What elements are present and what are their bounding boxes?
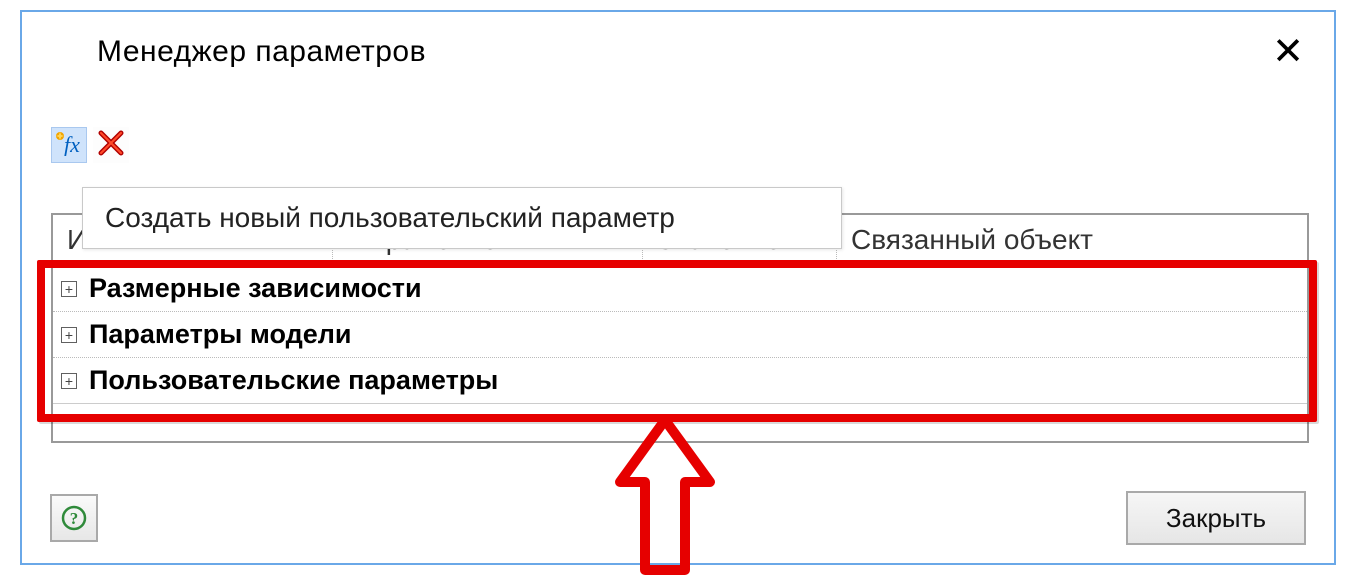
group-row-model-parameters[interactable]: + Параметры модели (53, 312, 1307, 358)
group-row-dimensional-constraints[interactable]: + Размерные зависимости (53, 266, 1307, 312)
delete-parameter-button[interactable] (93, 127, 129, 163)
close-button[interactable]: Закрыть (1126, 491, 1306, 545)
close-icon[interactable]: ✕ (1272, 33, 1304, 71)
svg-text:?: ? (70, 509, 79, 528)
svg-text:fx: fx (64, 132, 80, 156)
new-parameter-button[interactable]: fx (51, 127, 87, 163)
group-label: Размерные зависимости (89, 273, 422, 304)
title-bar: Менеджер параметров ✕ (22, 12, 1334, 92)
delete-x-icon (98, 130, 124, 161)
dialog-title: Менеджер параметров (97, 35, 426, 69)
help-icon: ? (60, 504, 88, 532)
plus-icon[interactable]: + (61, 373, 77, 389)
fx-icon: fx (54, 130, 84, 161)
group-label: Пользовательские параметры (89, 365, 498, 396)
column-header-object[interactable]: Связанный объект (837, 215, 1307, 265)
toolbar: fx (51, 127, 129, 163)
plus-icon[interactable]: + (61, 281, 77, 297)
grid-body: + Размерные зависимости + Параметры моде… (53, 265, 1307, 404)
tooltip: Создать новый пользовательский параметр (82, 187, 842, 249)
parameter-manager-dialog: Менеджер параметров ✕ fx Создать новый п… (20, 10, 1336, 565)
plus-icon[interactable]: + (61, 327, 77, 343)
help-button[interactable]: ? (50, 494, 98, 542)
close-button-label: Закрыть (1166, 503, 1266, 534)
dialog-footer: ? Закрыть (22, 473, 1334, 563)
group-row-user-parameters[interactable]: + Пользовательские параметры (53, 358, 1307, 404)
group-label: Параметры модели (89, 319, 352, 350)
